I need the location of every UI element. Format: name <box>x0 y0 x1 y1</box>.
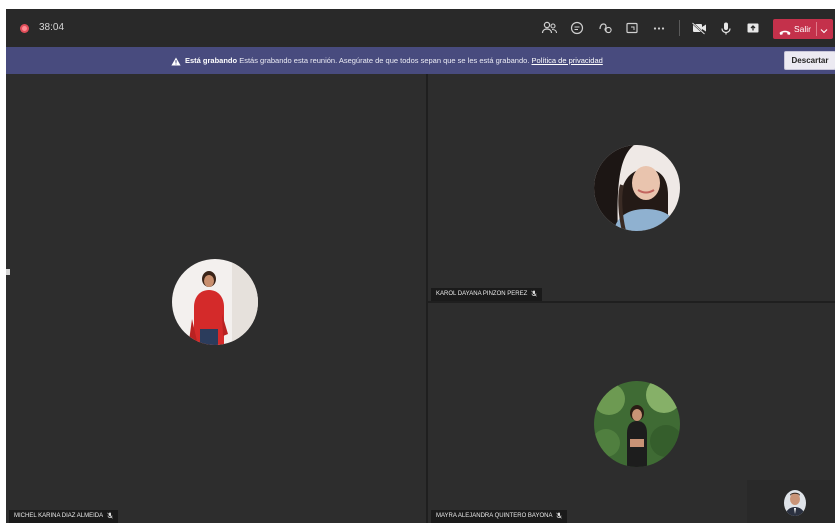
leave-button[interactable]: Salir <box>773 19 833 39</box>
microphone-muted-icon <box>556 512 563 519</box>
meeting-control-bar: 38:04 Salir <box>6 9 835 47</box>
participants-icon[interactable] <box>540 19 560 37</box>
participant-avatar <box>594 381 680 467</box>
microphone-muted-icon <box>107 512 113 519</box>
participant-avatar <box>172 259 258 345</box>
recording-text: Estás grabando esta reunión. Asegúrate d… <box>239 56 530 65</box>
participant-name-tag: MAYRA ALEJANDRA QUINTERO BAYONA <box>431 510 568 523</box>
privacy-policy-link[interactable]: Política de privacidad <box>532 56 603 65</box>
toolbar-divider <box>679 20 680 36</box>
recording-title: Está grabando <box>185 56 238 65</box>
participant-name: KAROL DAYANA PINZON PEREZ <box>436 291 528 297</box>
chevron-down-icon[interactable] <box>819 23 829 34</box>
recording-banner: Está grabando Estás grabando esta reunió… <box>6 47 835 74</box>
reactions-icon[interactable] <box>595 19 615 37</box>
chat-icon[interactable] <box>567 19 587 37</box>
leave-split-divider <box>816 22 817 36</box>
warning-icon <box>171 57 181 66</box>
dismiss-button[interactable]: Descartar <box>784 51 835 70</box>
resize-handle[interactable] <box>6 269 10 275</box>
share-tray-icon[interactable] <box>622 19 642 37</box>
participant-tile[interactable]: KAROL DAYANA PINZON PEREZ <box>428 74 835 301</box>
meeting-window: 38:04 Salir Está grabando Estás grabando… <box>6 9 835 523</box>
leave-label: Salir <box>794 24 812 34</box>
microphone-icon[interactable] <box>716 19 736 37</box>
more-options-icon[interactable] <box>649 19 669 37</box>
participant-name-tag: KAROL DAYANA PINZON PEREZ <box>431 288 543 301</box>
participant-tile[interactable]: MICHEL KARINA DIAZ ALMEIDA <box>6 74 426 523</box>
participant-avatar <box>594 145 680 231</box>
camera-off-icon[interactable] <box>689 19 709 37</box>
share-icon[interactable] <box>743 19 763 37</box>
hang-up-icon <box>779 24 791 35</box>
participant-name: MAYRA ALEJANDRA QUINTERO BAYONA <box>436 513 553 519</box>
recording-banner-message: Está grabando Estás grabando esta reunió… <box>171 56 603 66</box>
microphone-muted-icon <box>531 290 538 297</box>
recording-indicator-icon <box>20 24 29 33</box>
meeting-timer: 38:04 <box>39 22 65 33</box>
self-avatar <box>784 490 806 516</box>
participant-name-tag: MICHEL KARINA DIAZ ALMEIDA <box>9 510 119 523</box>
self-view-preview[interactable] <box>747 480 835 523</box>
participant-name: MICHEL KARINA DIAZ ALMEIDA <box>14 513 104 519</box>
